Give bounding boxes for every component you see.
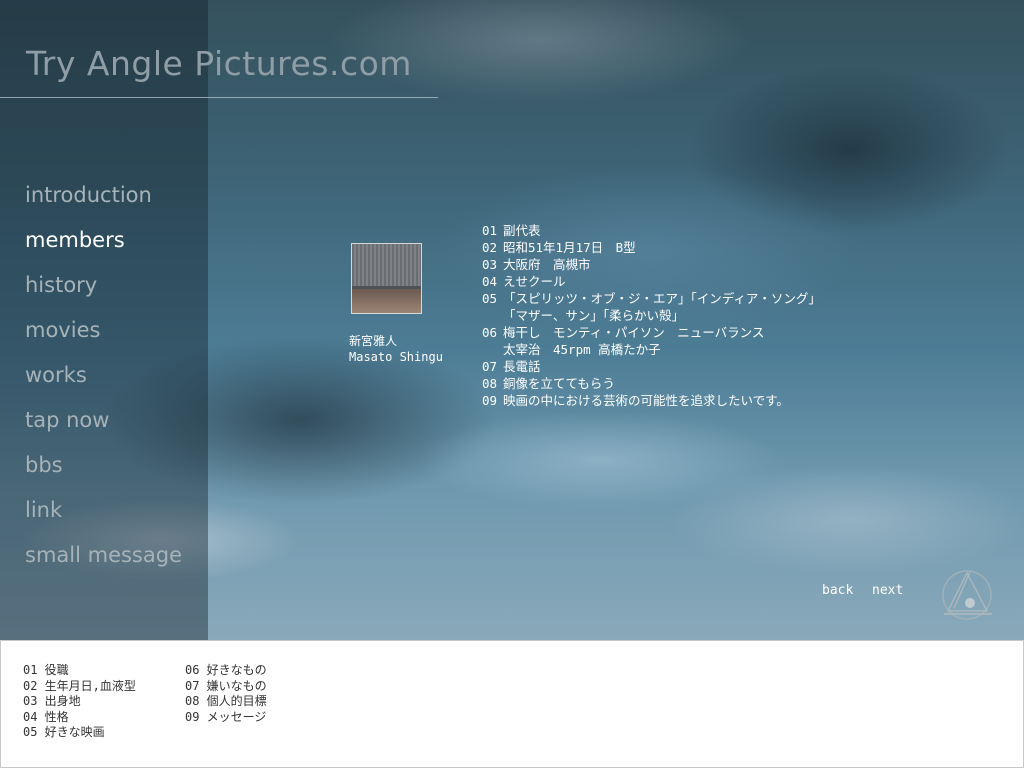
answer-number: 01 <box>482 223 498 238</box>
answer-number: 02 <box>482 240 498 255</box>
member-name: 新宮雅人 Masato Shingu <box>349 333 443 365</box>
next-link[interactable]: next <box>872 583 903 598</box>
answer-row: 01 副代表 <box>482 222 821 239</box>
answer-row: 09 映画の中における芸術の可能性を追求したいです。 <box>482 392 821 409</box>
answer-text: えせクール <box>503 274 566 289</box>
nav-item-movies[interactable]: movies <box>25 313 182 358</box>
answer-continuation: 「マザー、サン」「柔らかい殻」 <box>503 308 685 323</box>
answer-number: 05 <box>482 291 498 306</box>
answer-row: 05 「スピリッツ・オブ・ジ・エア」「インディア・ソング」 <box>482 290 821 307</box>
answer-text: 大阪府 高槻市 <box>503 257 591 272</box>
member-name-en: Masato Shingu <box>349 350 443 364</box>
nav-item-small-message[interactable]: small message <box>25 538 182 583</box>
legend-item: 03 出身地 <box>23 694 81 708</box>
answer-text: 「スピリッツ・オブ・ジ・エア」「インディア・ソング」 <box>503 291 821 306</box>
legend-item: 04 性格 <box>23 709 69 724</box>
member-photo-cap <box>352 244 421 289</box>
nav-item-members[interactable]: members <box>25 223 182 268</box>
site-logo[interactable]: Try Angle Pictures.com <box>26 44 412 83</box>
member-name-ja: 新宮雅人 <box>349 334 398 348</box>
logo-divider <box>0 97 438 98</box>
nav-item-bbs[interactable]: bbs <box>25 448 182 493</box>
answer-text: 昭和51年1月17日 B型 <box>503 240 636 255</box>
answer-text: 映画の中における芸術の可能性を追求したいです。 <box>503 393 789 408</box>
legend-column-1: 01 役職 02 生年月日,血液型 03 出身地 04 性格 05 好きな映画 <box>23 663 136 741</box>
legend-item: 01 役職 <box>23 663 69 677</box>
member-photo <box>351 243 422 314</box>
answer-number: 08 <box>482 376 498 391</box>
answer-row: 08 銅像を立ててもらう <box>482 375 821 392</box>
answer-row: 04 えせクール <box>482 273 821 290</box>
answer-number: 06 <box>482 325 498 340</box>
answer-text: 長電話 <box>503 359 541 374</box>
member-photo-face <box>352 289 421 313</box>
nav-item-history[interactable]: history <box>25 268 182 313</box>
legend-item: 07 嫌いなもの <box>185 678 267 693</box>
answer-number: 07 <box>482 359 498 374</box>
answer-text: 銅像を立ててもらう <box>503 376 615 391</box>
answer-text: 梅干し モンティ・パイソン ニューバランス <box>503 325 765 340</box>
legend-item: 09 メッセージ <box>185 709 267 724</box>
answer-row: 03 大阪府 高槻市 <box>482 256 821 273</box>
legend-item: 08 個人的目標 <box>185 694 267 708</box>
nav-item-tap-now[interactable]: tap now <box>25 403 182 448</box>
nav-item-introduction[interactable]: introduction <box>25 178 182 223</box>
member-profile-answers: 01 副代表 02 昭和51年1月17日 B型 03 大阪府 高槻市 04 えせクール … <box>482 222 821 409</box>
question-legend-panel: 01 役職 02 生年月日,血液型 03 出身地 04 性格 05 好きな映画 … <box>0 640 1024 768</box>
answer-row: 07 長電話 <box>482 358 821 375</box>
legend-item: 05 好きな映画 <box>23 725 105 739</box>
answer-continuation: 太宰治 45rpm 高橋たか子 <box>503 342 661 357</box>
legend-item: 02 生年月日,血液型 <box>23 678 136 693</box>
nav-item-works[interactable]: works <box>25 358 182 403</box>
answer-number: 04 <box>482 274 498 289</box>
answer-number: 09 <box>482 393 498 408</box>
answer-row: 06 梅干し モンティ・パイソン ニューバランス <box>482 324 821 341</box>
legend-item: 06 好きなもの <box>185 663 267 677</box>
back-link[interactable]: back <box>822 583 853 598</box>
answer-row: 02 昭和51年1月17日 B型 <box>482 239 821 256</box>
legend-column-2: 06 好きなもの 07 嫌いなもの 08 個人的目標 09 メッセージ <box>185 663 267 725</box>
triangle-logo-icon[interactable] <box>940 570 1000 622</box>
answer-text: 副代表 <box>503 223 541 238</box>
nav-item-link[interactable]: link <box>25 493 182 538</box>
main-nav: introduction members history movies work… <box>25 178 182 583</box>
answer-number: 03 <box>482 257 498 272</box>
